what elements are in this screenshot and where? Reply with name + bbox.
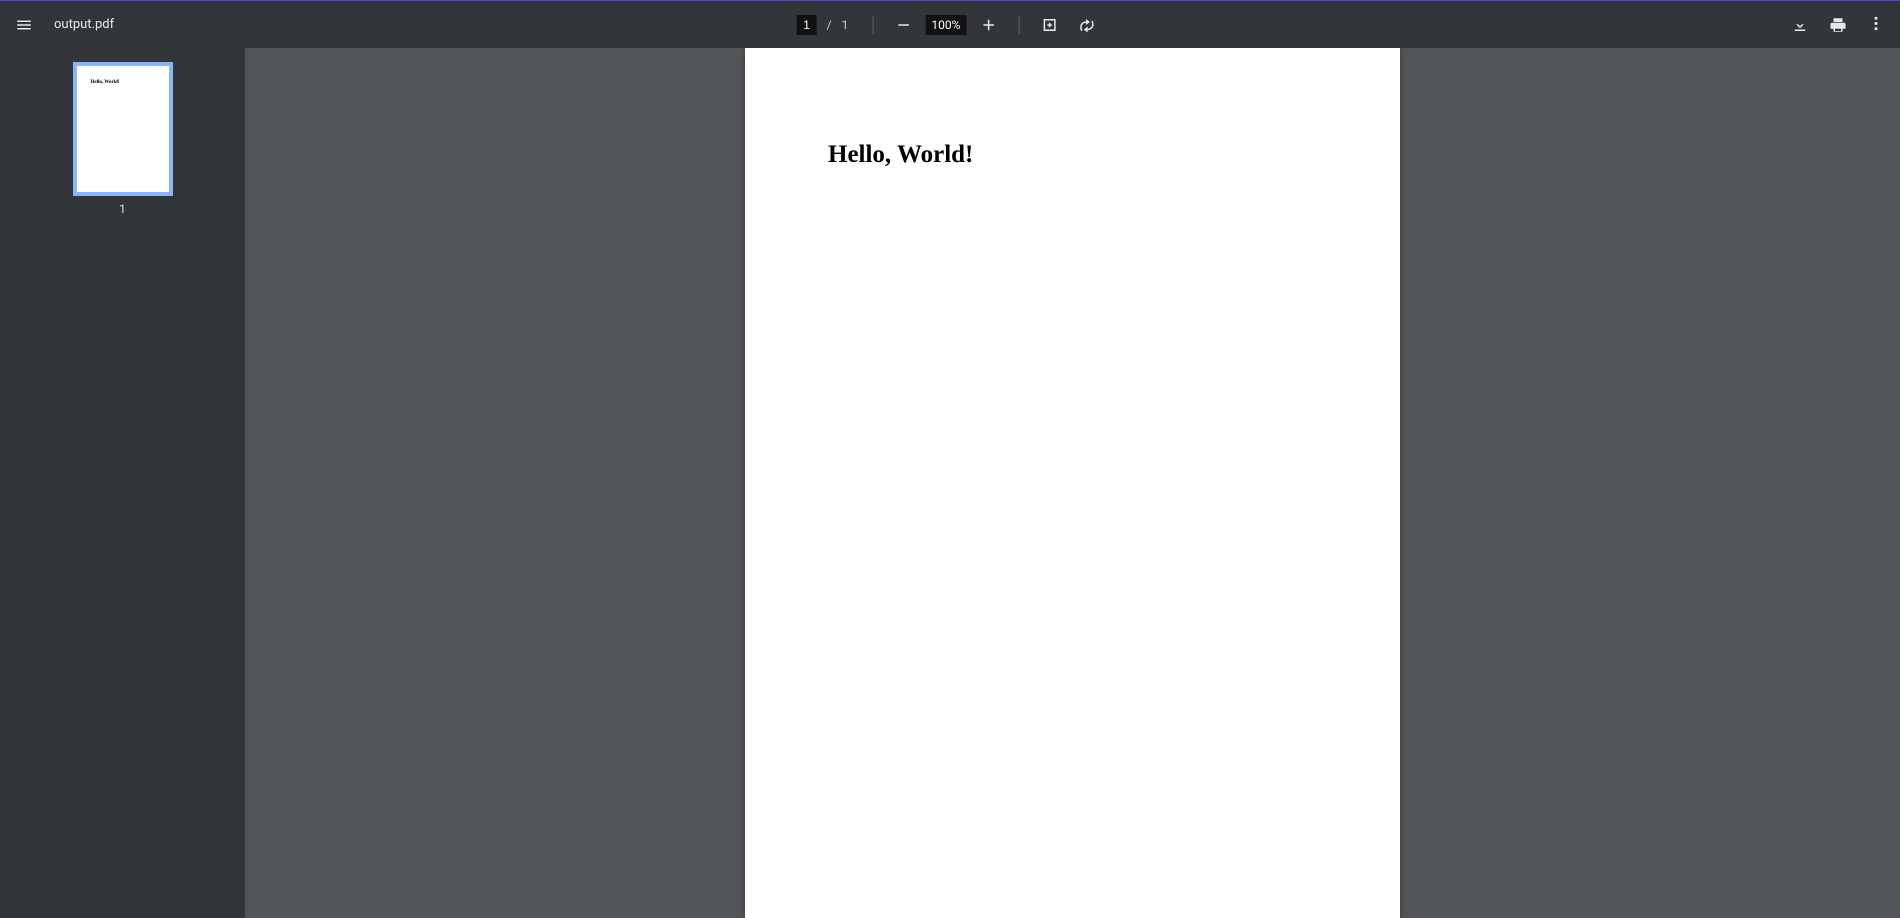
zoom-level: 100%	[925, 15, 966, 35]
page-total: 1	[842, 18, 859, 32]
more-actions-button[interactable]	[1860, 9, 1892, 41]
zoom-out-button[interactable]	[887, 9, 919, 41]
document-filename: output.pdf	[54, 17, 114, 32]
print-button[interactable]	[1822, 9, 1854, 41]
pdf-toolbar: output.pdf / 1 100%	[0, 0, 1900, 48]
workspace: Hello, World! 1 Hello, World!	[0, 48, 1900, 918]
menu-icon	[15, 16, 33, 34]
fit-page-icon	[1040, 16, 1058, 34]
download-button[interactable]	[1784, 9, 1816, 41]
page-number-input[interactable]	[797, 15, 817, 35]
toolbar-divider	[1018, 16, 1019, 34]
page-separator: /	[823, 18, 836, 32]
toolbar-divider	[872, 16, 873, 34]
thumbnail-sidebar: Hello, World! 1	[0, 48, 245, 918]
plus-icon	[979, 16, 997, 34]
toolbar-right	[1784, 9, 1892, 41]
more-vertical-icon	[1867, 16, 1885, 34]
rotate-button[interactable]	[1071, 9, 1103, 41]
menu-button[interactable]	[8, 9, 40, 41]
page-thumbnail[interactable]: Hello, World!	[73, 62, 173, 196]
print-icon	[1829, 16, 1847, 34]
fit-to-page-button[interactable]	[1033, 9, 1065, 41]
minus-icon	[894, 16, 912, 34]
toolbar-left: output.pdf	[8, 9, 114, 41]
thumbnail-preview-text: Hello, World!	[91, 80, 120, 85]
pdf-page: Hello, World!	[745, 48, 1400, 918]
page-canvas[interactable]: Hello, World!	[245, 48, 1900, 918]
zoom-in-button[interactable]	[972, 9, 1004, 41]
toolbar-center: / 1 100%	[797, 1, 1104, 48]
rotate-icon	[1078, 16, 1096, 34]
download-icon	[1791, 16, 1809, 34]
document-heading: Hello, World!	[828, 141, 973, 169]
thumbnail-label: 1	[119, 202, 126, 216]
